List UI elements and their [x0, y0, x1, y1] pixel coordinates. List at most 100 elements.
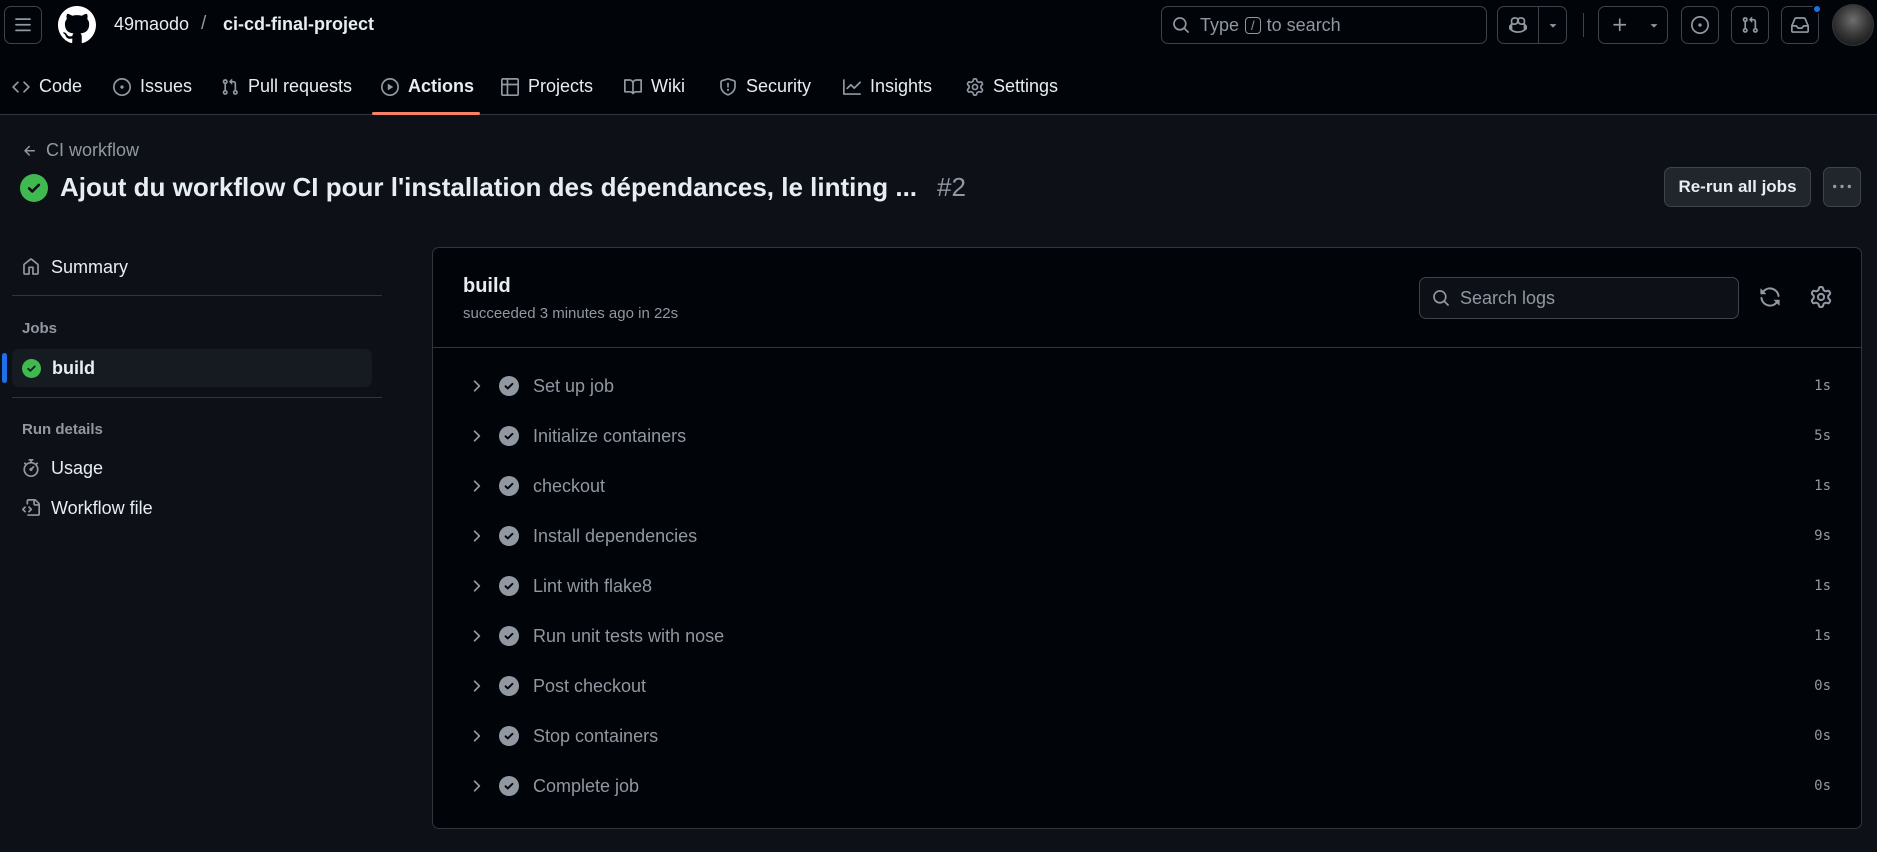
chevron-down-icon — [1549, 24, 1557, 28]
back-to-workflow-link[interactable]: CI workflow — [22, 140, 139, 161]
step-name: Run unit tests with nose — [533, 625, 725, 646]
rerun-all-jobs-button[interactable]: Re-run all jobs — [1664, 167, 1811, 207]
step-row[interactable]: Install dependencies 9s — [433, 511, 1861, 561]
step-duration: 1s — [1814, 578, 1831, 594]
run-number: #2 — [937, 172, 966, 202]
tab-security-label: Security — [746, 76, 812, 96]
search-logs-placeholder: Search logs — [1460, 287, 1556, 308]
search-suffix: to search — [1266, 14, 1341, 35]
git-pull-request-icon — [222, 78, 238, 95]
tab-actions[interactable]: Actions — [381, 64, 474, 109]
check-circle-fill-icon — [499, 726, 519, 746]
sidebar-item-usage-label: Usage — [51, 457, 104, 478]
step-duration: 0s — [1814, 678, 1831, 694]
search-icon — [1433, 290, 1449, 306]
tab-settings[interactable]: Settings — [966, 64, 1058, 109]
tab-pull-requests[interactable]: Pull requests — [221, 64, 352, 109]
job-title: build — [463, 275, 511, 297]
issues-shortcut-button[interactable] — [1681, 6, 1719, 44]
run-title-row: Ajout du workflow CI pour l'installation… — [20, 172, 966, 203]
repo-link[interactable]: ci-cd-final-project — [223, 14, 374, 35]
step-row[interactable]: Post checkout 0s — [433, 661, 1861, 711]
chevron-right-icon — [473, 530, 481, 542]
menu-button[interactable] — [4, 6, 42, 44]
chevron-right-icon — [473, 780, 481, 792]
chevron-right-icon — [473, 380, 481, 392]
pull-requests-shortcut-button[interactable] — [1731, 6, 1769, 44]
check-circle-fill-icon — [499, 676, 519, 696]
tab-issues[interactable]: Issues — [113, 64, 192, 109]
log-settings-button[interactable] — [1810, 286, 1832, 308]
path-separator: / — [201, 13, 207, 34]
check-circle-fill-icon — [22, 358, 41, 378]
hamburger-icon — [15, 18, 31, 32]
owner-link[interactable]: 49maodo — [114, 14, 189, 35]
chevron-right-icon — [473, 680, 481, 692]
more-options-button[interactable] — [1823, 167, 1861, 207]
chevron-right-icon — [473, 730, 481, 742]
chevron-down-icon — [1650, 24, 1658, 28]
sidebar-item-usage[interactable]: Usage — [12, 449, 372, 487]
tab-insights-label: Insights — [870, 76, 933, 96]
step-row[interactable]: Complete job 0s — [433, 761, 1861, 811]
check-circle-fill-icon — [499, 576, 519, 596]
step-row[interactable]: Initialize containers 5s — [433, 411, 1861, 461]
copilot-button[interactable] — [1497, 6, 1567, 44]
step-row[interactable]: checkout 1s — [433, 461, 1861, 511]
plus-icon — [1613, 18, 1627, 32]
global-search-input[interactable]: Type / to search — [1161, 6, 1487, 44]
tab-wiki[interactable]: Wiki — [624, 64, 685, 109]
step-duration: 9s — [1814, 528, 1831, 544]
global-bar: 49maodo / ci-cd-final-project Type / to … — [0, 0, 1877, 50]
step-row[interactable]: Run unit tests with nose 1s — [433, 611, 1861, 661]
copilot-icon — [1509, 17, 1527, 33]
back-link-label: CI workflow — [46, 140, 140, 160]
step-name: Lint with flake8 — [533, 575, 653, 596]
notification-dot — [1812, 4, 1822, 14]
user-avatar[interactable] — [1832, 4, 1874, 46]
search-shortcut-key: / — [1245, 16, 1261, 34]
repo-nav: Code Issues Pull requests Actions Projec… — [0, 64, 1100, 109]
sidebar-run-details-heading: Run details — [22, 421, 103, 438]
job-log-panel: build succeeded 3 minutes ago in 22s Sea… — [432, 247, 1862, 829]
app-header: 49maodo / ci-cd-final-project Type / to … — [0, 0, 1877, 115]
sidebar-item-build-label: build — [52, 357, 95, 378]
refresh-button[interactable] — [1759, 286, 1781, 308]
step-name: Initialize containers — [533, 425, 687, 446]
kebab-horizontal-icon — [1833, 184, 1851, 189]
sidebar-divider — [12, 397, 382, 398]
sidebar-jobs-heading: Jobs — [22, 320, 58, 337]
step-row[interactable]: Set up job 1s — [433, 361, 1861, 411]
tab-code[interactable]: Code — [12, 64, 82, 109]
sidebar-item-build[interactable]: build — [12, 349, 372, 387]
sidebar-item-workflow-file[interactable]: Workflow file — [12, 489, 372, 527]
tab-insights[interactable]: Insights — [843, 64, 932, 109]
check-circle-fill-icon — [499, 626, 519, 646]
search-logs-input[interactable]: Search logs — [1419, 277, 1739, 319]
sidebar-item-workflow-file-label: Workflow file — [51, 497, 153, 518]
step-name: Stop containers — [533, 725, 659, 746]
tab-projects-label: Projects — [528, 76, 594, 96]
chevron-right-icon — [473, 630, 481, 642]
step-row[interactable]: Lint with flake8 1s — [433, 561, 1861, 611]
search-prefix: Type — [1200, 14, 1240, 35]
github-logo-icon[interactable] — [58, 6, 96, 44]
check-circle-fill-icon — [499, 426, 519, 446]
tab-security[interactable]: Security — [719, 64, 811, 109]
git-pull-request-icon — [1742, 16, 1758, 33]
check-circle-fill-icon — [499, 476, 519, 496]
table-icon — [501, 77, 519, 96]
sidebar-item-summary[interactable]: Summary — [12, 248, 372, 286]
sidebar-divider — [12, 295, 382, 296]
check-circle-fill-icon — [499, 776, 519, 796]
header-divider — [1583, 13, 1584, 37]
gear-icon — [1810, 286, 1832, 308]
inbox-icon — [1791, 17, 1809, 33]
tab-projects[interactable]: Projects — [501, 64, 593, 109]
code-icon — [12, 80, 30, 93]
step-name: Complete job — [533, 775, 640, 796]
check-circle-fill-icon — [20, 173, 48, 202]
create-new-button[interactable] — [1598, 6, 1668, 44]
step-row[interactable]: Stop containers 0s — [433, 711, 1861, 761]
step-duration: 1s — [1814, 478, 1831, 494]
